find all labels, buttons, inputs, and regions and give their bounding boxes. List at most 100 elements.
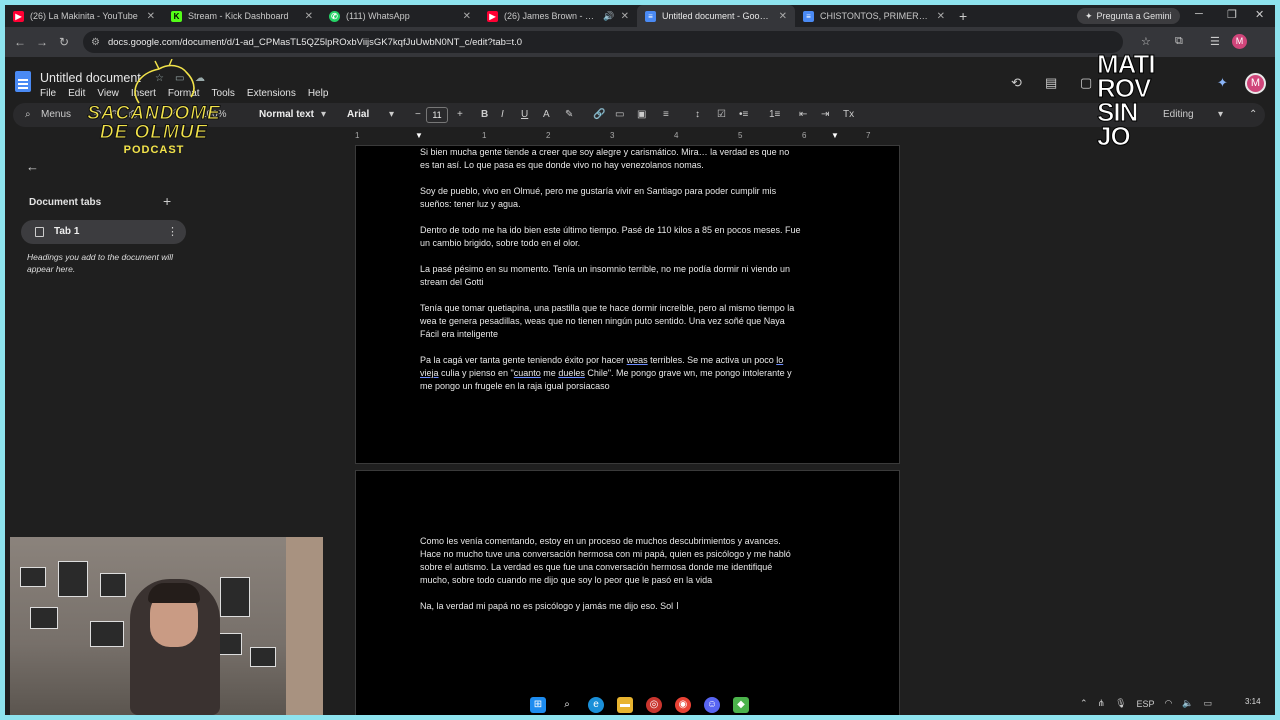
menu-file[interactable]: File xyxy=(40,88,56,99)
document-page[interactable]: Si bien mucha gente tiende a creer que s… xyxy=(355,145,900,464)
increase-font-icon[interactable]: + xyxy=(457,109,463,120)
kick-icon: K xyxy=(171,10,182,22)
underline-icon[interactable]: U xyxy=(521,109,528,120)
font-size-input[interactable]: 11 xyxy=(426,107,448,123)
browser-tab-active[interactable]: ≡ Untitled document - Google D ✕ xyxy=(637,5,795,27)
document-tab-label: Tab 1 xyxy=(54,226,80,237)
menu-extensions[interactable]: Extensions xyxy=(247,88,296,99)
right-indent-marker-icon[interactable]: ▼ xyxy=(831,131,839,140)
site-info-icon[interactable]: ⚙ xyxy=(91,37,100,48)
close-tab-icon[interactable]: ✕ xyxy=(621,11,629,22)
mic-icon[interactable]: 🎙 xyxy=(1115,698,1126,709)
highlight-icon[interactable]: ✎ xyxy=(565,109,573,120)
meet-icon[interactable]: ▢ xyxy=(1080,75,1092,91)
network-icon[interactable]: ⋔ xyxy=(1098,698,1106,709)
line-spacing-icon[interactable]: ↕ xyxy=(695,109,700,120)
chevron-up-icon[interactable]: ⌃ xyxy=(1080,698,1088,709)
comments-icon[interactable]: ▤ xyxy=(1045,75,1057,91)
document-icon xyxy=(35,227,44,237)
text-cursor-icon: I xyxy=(676,601,679,612)
close-tab-icon[interactable]: ✕ xyxy=(463,11,471,22)
clock[interactable]: 3:14 xyxy=(1245,697,1261,706)
reload-icon[interactable]: ↻ xyxy=(53,35,75,49)
more-options-icon[interactable]: ⋮ xyxy=(167,225,178,238)
extensions-icon[interactable]: ⧉ xyxy=(1175,35,1183,48)
docs-logo-icon[interactable] xyxy=(15,71,31,92)
edge-icon[interactable]: e xyxy=(588,697,604,713)
app-icon[interactable]: ◎ xyxy=(646,697,662,713)
bookmark-star-icon[interactable]: ☆ xyxy=(1141,35,1151,48)
chevron-down-icon[interactable]: ▾ xyxy=(389,109,394,120)
discord-icon[interactable]: ☺ xyxy=(704,697,720,713)
whatsapp-icon: ✆ xyxy=(329,10,340,22)
decrease-indent-icon[interactable]: ⇤ xyxy=(799,109,807,120)
battery-icon[interactable]: ▭ xyxy=(1204,698,1213,709)
increase-indent-icon[interactable]: ⇥ xyxy=(821,109,829,120)
close-tab-icon[interactable]: ✕ xyxy=(305,11,313,22)
indent-marker-icon[interactable]: ▼ xyxy=(415,131,423,140)
back-arrow-icon[interactable]: ← xyxy=(26,159,39,174)
document-tabs-heading: Document tabs xyxy=(29,197,102,208)
streamer-logo: MATI ROV SIN JO xyxy=(1097,49,1157,151)
font-select[interactable]: Arial xyxy=(347,109,369,120)
browser-tab[interactable]: K Stream - Kick Dashboard ✕ xyxy=(163,5,321,27)
decrease-font-icon[interactable]: − xyxy=(415,109,421,120)
docs-icon: ≡ xyxy=(645,10,656,22)
stream-frame: ▶ (26) La Makinita - YouTube ✕ K Stream - K… xyxy=(0,0,1280,720)
app-icon[interactable]: ◆ xyxy=(733,697,749,713)
style-select[interactable]: Normal text xyxy=(259,109,314,120)
windows-start-icon[interactable]: ⊞ xyxy=(530,697,546,713)
checklist-icon[interactable]: ☑ xyxy=(717,109,726,120)
numbered-list-icon[interactable]: 1≡ xyxy=(769,109,780,120)
image-icon[interactable]: ▣ xyxy=(637,109,646,120)
close-tab-icon[interactable]: ✕ xyxy=(779,11,787,22)
text-color-icon[interactable]: A xyxy=(543,109,550,120)
speaker-icon[interactable]: 🔊 xyxy=(603,11,614,22)
ruler[interactable]: 1 ▼ 1 2 3 4 5 6 ▼ 7 xyxy=(355,131,900,143)
search-menus-icon[interactable]: ⌕ xyxy=(25,109,31,120)
chevron-down-icon[interactable]: ▾ xyxy=(1218,109,1223,120)
close-tab-icon[interactable]: ✕ xyxy=(937,11,945,22)
italic-icon[interactable]: I xyxy=(501,109,504,120)
collapse-toolbar-icon[interactable]: ⌃ xyxy=(1249,109,1257,120)
version-history-icon[interactable]: ⟲ xyxy=(1011,75,1022,91)
restore-icon[interactable]: ❐ xyxy=(1227,8,1237,21)
chrome-icon[interactable]: ◉ xyxy=(675,697,691,713)
wifi-icon[interactable]: ◠ xyxy=(1165,698,1173,709)
document-page[interactable]: Como les venía comentando, estoy en un p… xyxy=(355,470,900,715)
browser-tab[interactable]: ▶(26) James Brown - People🔊✕ xyxy=(479,5,637,27)
file-explorer-icon[interactable]: ▬ xyxy=(617,697,633,713)
close-window-icon[interactable]: ✕ xyxy=(1255,8,1264,21)
language-indicator[interactable]: ESP xyxy=(1137,699,1155,709)
comment-icon[interactable]: ▭ xyxy=(615,109,624,120)
browser-tab[interactable]: ▶ (26) La Makinita - YouTube ✕ xyxy=(5,5,163,27)
gemini-sparkle-icon[interactable]: ✦ xyxy=(1217,75,1228,91)
paragraph: La pasé pésimo en su momento. Tenía un i… xyxy=(420,264,791,287)
menu-help[interactable]: Help xyxy=(308,88,329,99)
search-icon[interactable]: ⌕ xyxy=(559,697,575,713)
bulleted-list-icon[interactable]: •≡ xyxy=(739,109,748,120)
sidepanel-icon[interactable]: ☰ xyxy=(1210,35,1220,48)
chevron-down-icon[interactable]: ▾ xyxy=(321,109,326,120)
profile-avatar[interactable]: M xyxy=(1232,34,1247,49)
browser-tab[interactable]: ✆ (111) WhatsApp ✕ xyxy=(321,5,479,27)
link-icon[interactable]: 🔗 xyxy=(593,109,605,120)
address-input[interactable]: ⚙ docs.google.com/document/d/1-ad_CPMasTL… xyxy=(83,31,1123,53)
align-icon[interactable]: ≡ xyxy=(663,109,669,120)
gemini-button[interactable]: ✦ Pregunta a Gemini xyxy=(1077,8,1180,24)
document-tab-item[interactable]: Tab 1 ⋮ xyxy=(21,220,186,244)
new-tab-icon[interactable]: + xyxy=(959,8,967,24)
headings-hint: Headings you add to the document will ap… xyxy=(27,252,174,274)
bold-icon[interactable]: B xyxy=(481,109,488,120)
forward-icon[interactable]: → xyxy=(31,35,53,49)
browser-tab[interactable]: ≡CHISTONTOS, PRIMEROS CHIS✕ xyxy=(795,5,953,27)
volume-icon[interactable]: 🔈 xyxy=(1182,698,1193,709)
clear-formatting-icon[interactable]: Tx xyxy=(843,109,854,120)
menus-search-label[interactable]: Menus xyxy=(41,109,71,120)
account-avatar[interactable]: M xyxy=(1245,73,1266,94)
add-tab-icon[interactable]: + xyxy=(163,193,171,209)
close-tab-icon[interactable]: ✕ xyxy=(147,11,155,22)
minimize-icon[interactable]: ─ xyxy=(1195,8,1203,20)
back-icon[interactable]: ← xyxy=(9,35,31,49)
taskbar: ⊞ ⌕ e ▬ ◎ ◉ ☺ ◆ xyxy=(530,697,749,713)
